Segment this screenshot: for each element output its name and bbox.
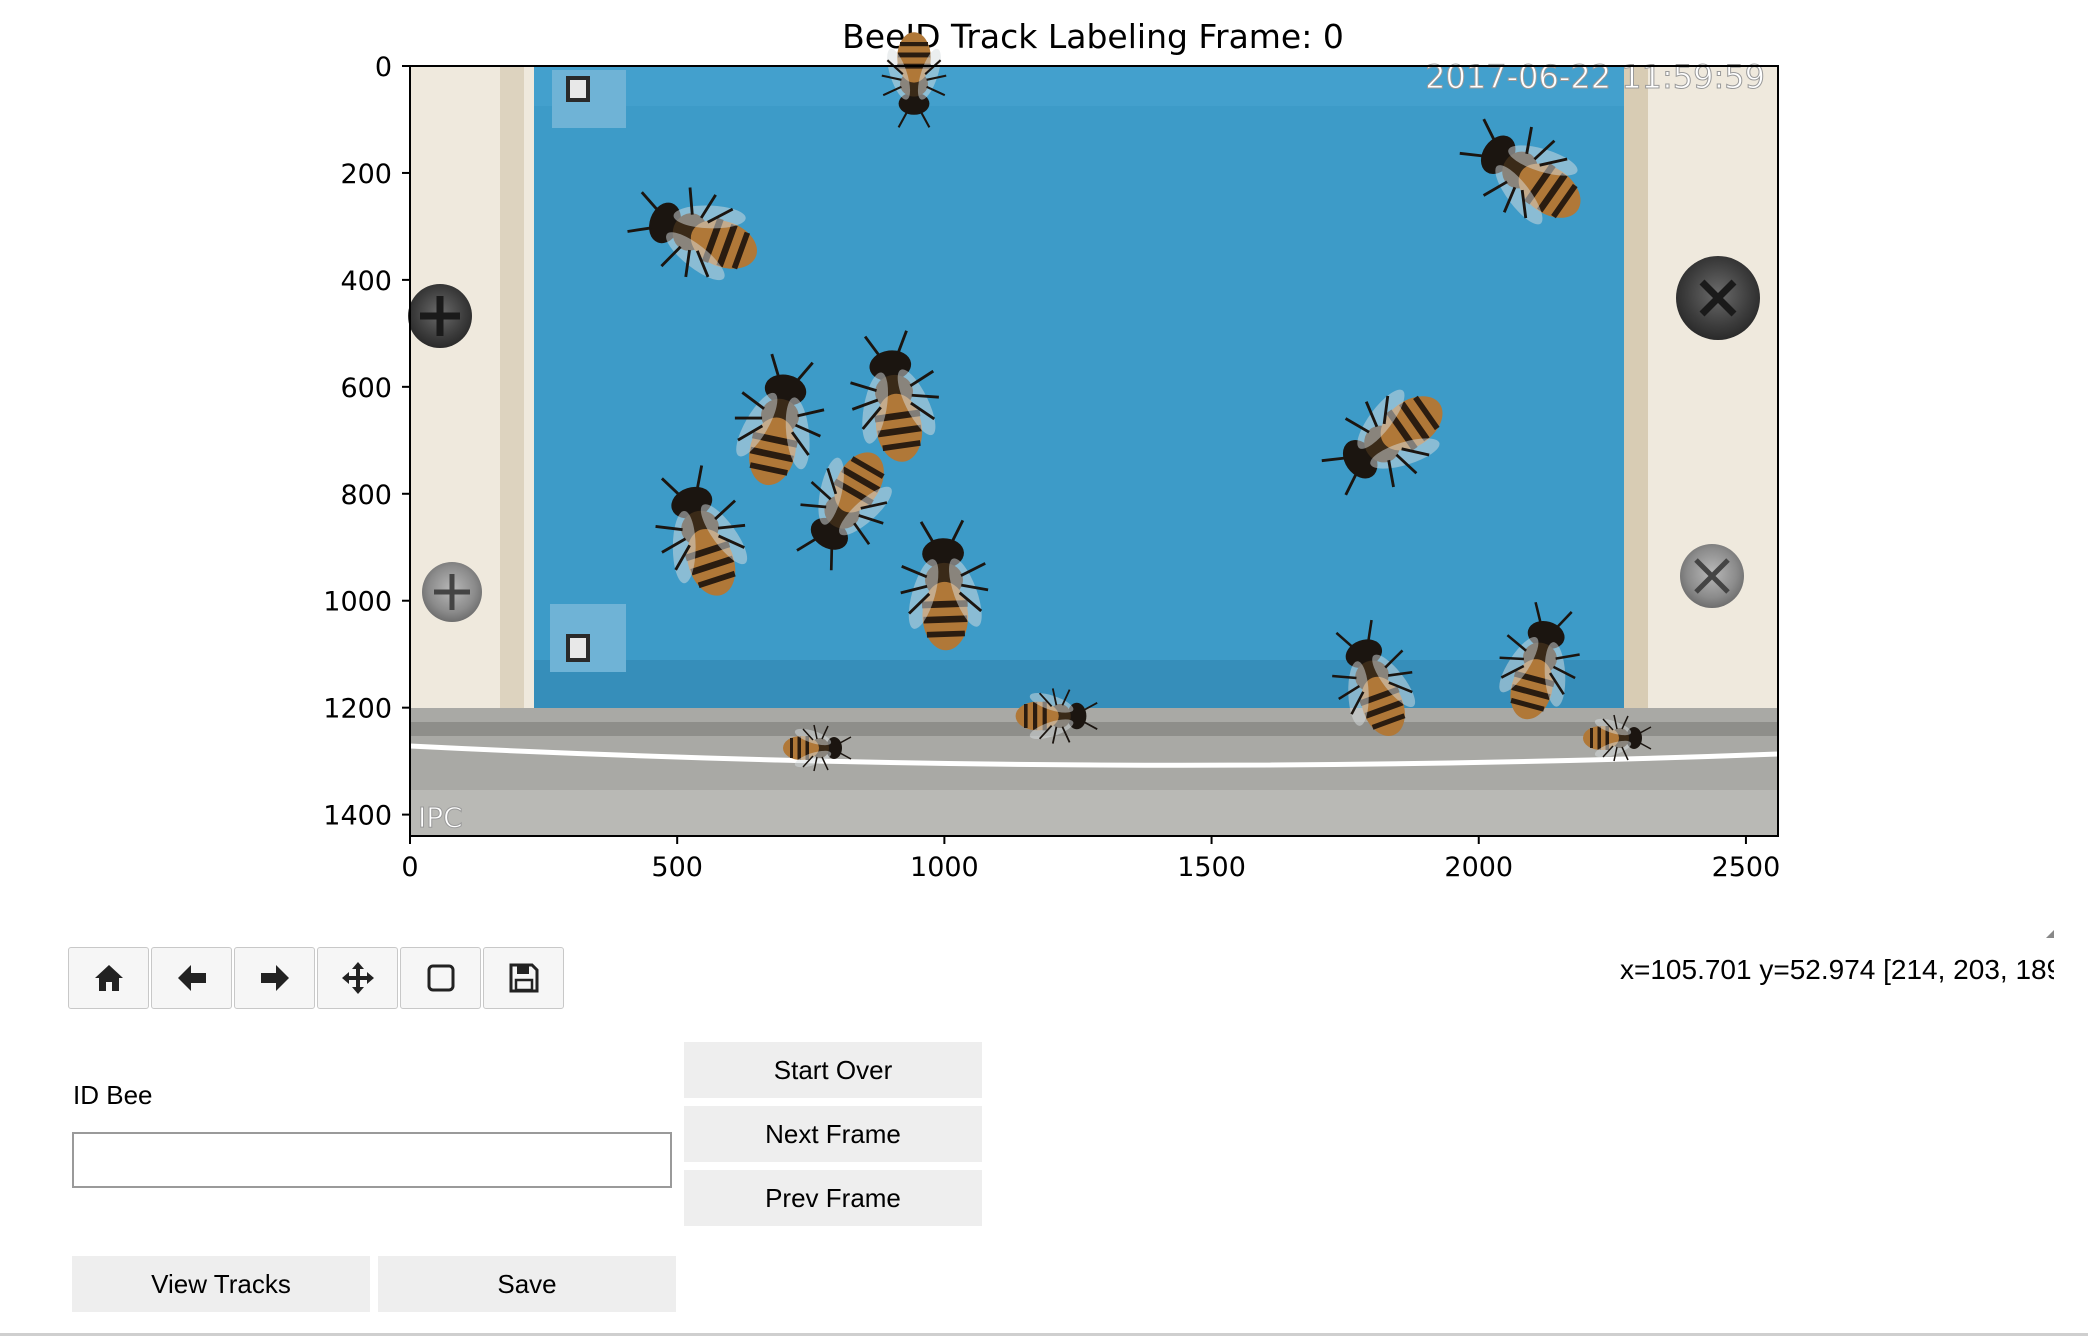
save-button[interactable]: Save <box>378 1256 676 1312</box>
x-tick-label: 0 <box>401 852 418 883</box>
x-tick-label: 1500 <box>1177 852 1246 883</box>
navigation-toolbar <box>68 947 566 1011</box>
floppy-disk-icon <box>509 963 538 993</box>
id-bee-input[interactable] <box>72 1132 672 1188</box>
y-tick-label: 1400 <box>323 801 392 832</box>
y-tick-label: 1200 <box>323 694 392 725</box>
next-frame-button[interactable]: Next Frame <box>684 1106 982 1162</box>
arrow-right-icon <box>260 965 289 991</box>
plot-figure: BeeID Track Labeling Frame: 0 2017-06-22… <box>0 0 2088 920</box>
y-tick-label: 200 <box>340 159 392 190</box>
zoom-rect-icon <box>427 964 454 992</box>
y-axis: 0 200 400 600 800 1000 1200 1400 <box>323 52 410 832</box>
forward-button[interactable] <box>234 947 315 1009</box>
x-tick-label: 500 <box>651 852 703 883</box>
move-icon <box>341 962 374 994</box>
save-figure-button[interactable] <box>483 947 564 1009</box>
x-tick-label: 1000 <box>910 852 979 883</box>
y-tick-label: 400 <box>340 266 392 297</box>
home-button[interactable] <box>68 947 149 1009</box>
cursor-coordinates: x=105.701 y=52.974 [214, 203, 189] <box>1620 954 2054 985</box>
arrow-left-icon <box>177 965 206 991</box>
home-icon <box>94 965 123 991</box>
x-axis: 0 500 1000 1500 2000 2500 <box>401 836 1780 883</box>
x-tick-label: 2000 <box>1444 852 1513 883</box>
y-tick-label: 0 <box>375 52 392 83</box>
plot-canvas: BeeID Track Labeling Frame: 0 2017-06-22… <box>323 17 1780 883</box>
y-tick-label: 1000 <box>323 587 392 618</box>
view-tracks-button[interactable]: View Tracks <box>72 1256 370 1312</box>
y-tick-label: 800 <box>340 480 392 511</box>
id-bee-label: ID Bee <box>73 1080 153 1110</box>
start-over-button[interactable]: Start Over <box>684 1042 982 1098</box>
overlay-timestamp: 2017-06-22 11:59:59 <box>1425 58 1765 96</box>
video-frame-image: 2017-06-22 11:59:59 IPC <box>408 31 1779 836</box>
resize-handle[interactable] <box>2046 930 2054 938</box>
x-tick-label: 2500 <box>1712 852 1781 883</box>
prev-frame-button[interactable]: Prev Frame <box>684 1170 982 1226</box>
y-tick-label: 600 <box>340 373 392 404</box>
back-button[interactable] <box>151 947 232 1009</box>
zoom-rect-button[interactable] <box>400 947 481 1009</box>
overlay-brand: IPC <box>418 801 463 834</box>
pan-button[interactable] <box>317 947 398 1009</box>
